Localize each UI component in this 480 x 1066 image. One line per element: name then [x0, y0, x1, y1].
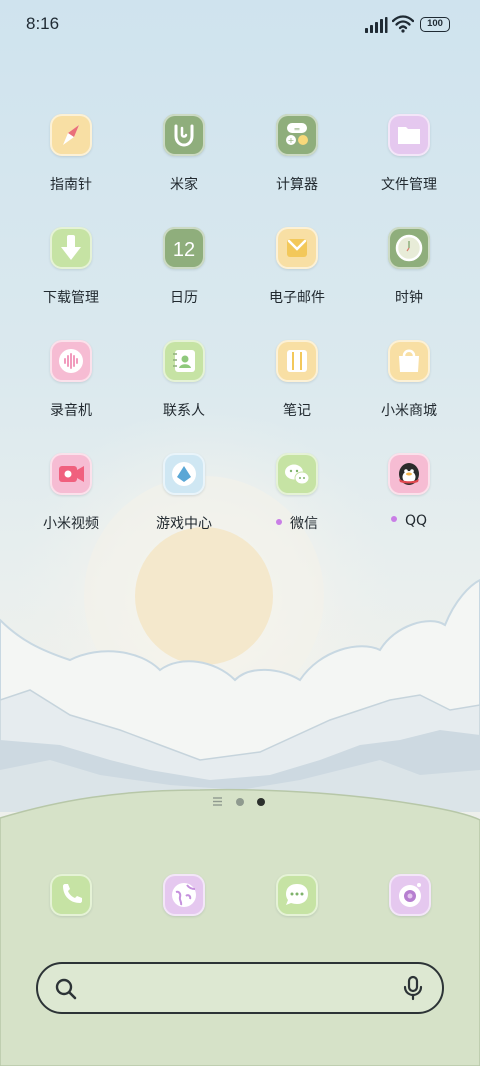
page-indicator[interactable] [0, 796, 480, 810]
new-badge [390, 516, 397, 522]
status-time: 8:16 [26, 14, 60, 33]
app-label: 日历 [170, 290, 198, 306]
svg-text:=: = [294, 125, 301, 134]
app-label: 微信 [242, 513, 352, 533]
app-game-center[interactable]: 游戏中心 [129, 453, 239, 545]
app-label: 指南针 [50, 177, 92, 193]
new-badge [276, 519, 282, 525]
folder-icon [388, 114, 430, 156]
app-label: 笔记 [283, 403, 311, 419]
search-bar[interactable] [36, 962, 444, 1014]
app-label: 米家 [170, 177, 198, 193]
app-label: 下载管理 [43, 290, 99, 306]
app-file-manager[interactable]: 文件管理 [354, 114, 464, 206]
app-calculator[interactable]: = + 计算器 [242, 114, 352, 206]
calendar-date: 12 [173, 239, 195, 261]
calendar-icon: 12 [163, 227, 205, 269]
app-qq[interactable]: QQ [354, 453, 464, 545]
app-label: 小米视频 [43, 516, 99, 532]
hills [0, 788, 480, 1066]
mijia-icon [163, 114, 205, 156]
contacts-icon [163, 340, 205, 382]
phone-icon [50, 874, 92, 916]
dock-messages[interactable] [276, 874, 318, 916]
download-icon [50, 227, 92, 269]
app-mi-store[interactable]: 小米商城 [354, 340, 464, 432]
feed-lines-icon [213, 797, 222, 806]
compass-icon [50, 114, 92, 156]
search-icon [55, 978, 77, 1000]
app-mi-video[interactable]: 小米视频 [16, 453, 126, 545]
app-label: 游戏中心 [156, 516, 212, 532]
messages-icon [276, 874, 318, 916]
shopping-bag-icon [388, 340, 430, 382]
app-label: 小米商城 [381, 403, 437, 419]
recorder-icon [50, 340, 92, 382]
status-bar: 8:16 100 [0, 0, 480, 52]
dock-phone[interactable] [50, 874, 92, 916]
app-label: 录音机 [50, 403, 92, 419]
app-compass[interactable]: 指南针 [16, 114, 126, 206]
calculator-icon: = + [276, 114, 318, 156]
sun [135, 527, 273, 665]
mail-icon [276, 227, 318, 269]
page-dot-1[interactable] [236, 798, 244, 806]
dock-camera[interactable] [389, 874, 431, 916]
app-notes[interactable]: 笔记 [242, 340, 352, 432]
page-dot-2-active[interactable] [257, 798, 265, 806]
qq-penguin-icon [388, 453, 430, 495]
app-clock[interactable]: 时钟 [354, 227, 464, 319]
app-contacts[interactable]: 联系人 [129, 340, 239, 432]
app-label: 计算器 [276, 177, 318, 193]
battery-icon: 100 [420, 17, 450, 32]
microphone-icon[interactable] [401, 975, 425, 1001]
camera-icon [389, 874, 431, 916]
game-center-icon [163, 453, 205, 495]
app-label: 联系人 [163, 403, 205, 419]
app-label: QQ [354, 513, 464, 529]
app-label: 电子邮件 [269, 290, 325, 306]
browser-globe-icon [163, 874, 205, 916]
app-email[interactable]: 电子邮件 [242, 227, 352, 319]
app-mijia[interactable]: 米家 [129, 114, 239, 206]
notes-icon [276, 340, 318, 382]
wechat-icon [276, 453, 318, 495]
wifi-icon [392, 15, 414, 33]
app-download-manager[interactable]: 下载管理 [16, 227, 126, 319]
app-label: 文件管理 [381, 177, 437, 193]
clock-icon [388, 227, 430, 269]
app-recorder[interactable]: 录音机 [16, 340, 126, 432]
app-label: 时钟 [395, 290, 423, 306]
signal-icon [365, 17, 388, 33]
video-icon [50, 453, 92, 495]
app-calendar[interactable]: 12 日历 [129, 227, 239, 319]
app-wechat[interactable]: 微信 [242, 453, 352, 545]
svg-text:+: + [288, 136, 295, 145]
dock-browser[interactable] [163, 874, 205, 916]
